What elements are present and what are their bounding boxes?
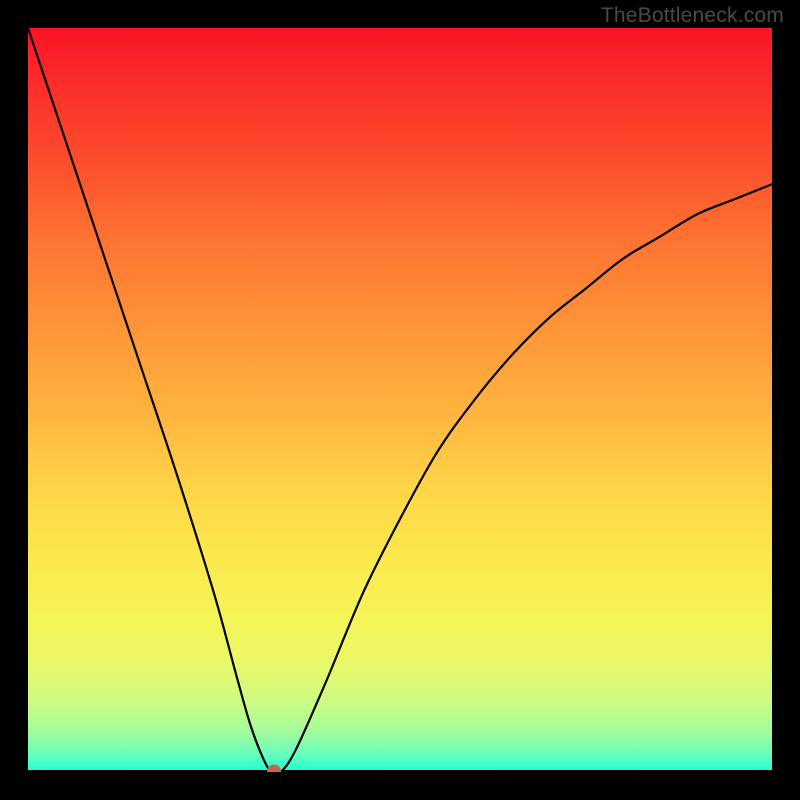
min-point-marker — [267, 765, 281, 773]
watermark-text: TheBottleneck.com — [601, 4, 784, 28]
plot-area — [28, 28, 772, 772]
x-axis-baseline — [28, 770, 772, 772]
chart-frame: TheBottleneck.com — [0, 0, 800, 800]
bottleneck-curve — [28, 28, 772, 772]
